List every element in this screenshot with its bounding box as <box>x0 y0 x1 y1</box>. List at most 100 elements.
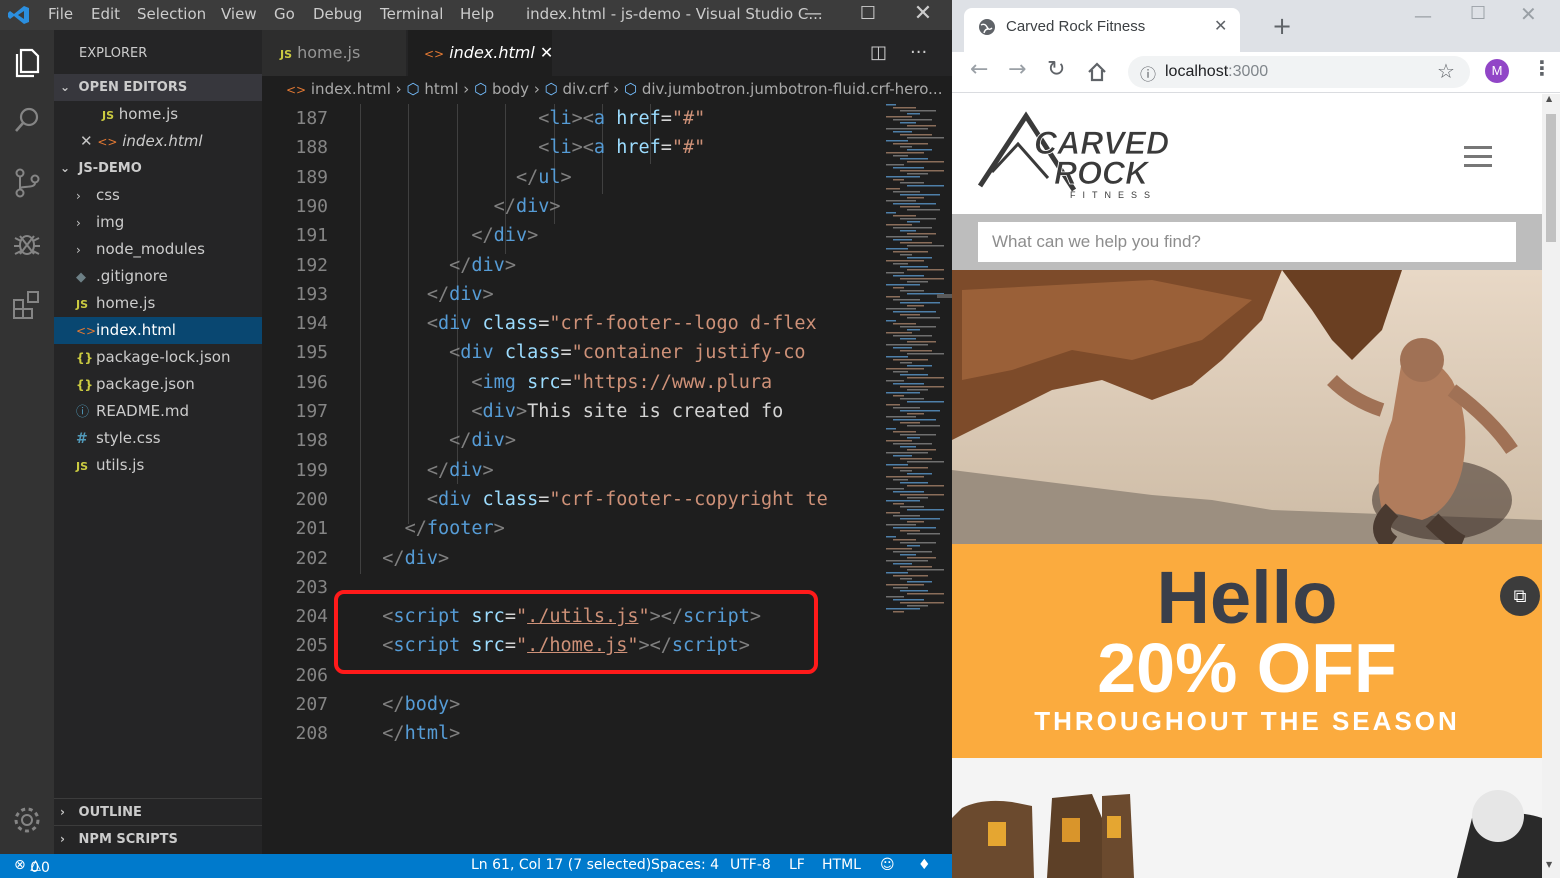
menu-item-help[interactable]: Help <box>460 5 494 23</box>
maximize-button[interactable]: ☐ <box>845 0 891 30</box>
file-tree-item[interactable]: <>index.html <box>54 317 262 344</box>
search-icon[interactable] <box>9 102 45 138</box>
scroll-down-icon[interactable]: ▼ <box>1546 860 1552 869</box>
outline-header[interactable]: › OUTLINE <box>54 798 262 826</box>
browser-tab[interactable]: Carved Rock Fitness ✕ <box>964 8 1240 52</box>
npm-scripts-header[interactable]: › NPM SCRIPTS <box>54 825 262 853</box>
file-tree-item[interactable]: ⓘ README.md <box>54 398 262 425</box>
forward-arrow-icon[interactable]: → <box>1008 57 1026 82</box>
page-scrollbar[interactable]: ▲ ▼ <box>1542 94 1560 878</box>
new-tab-icon[interactable]: + <box>1272 12 1292 40</box>
file-tree-item[interactable]: › css <box>54 182 262 209</box>
indentation[interactable]: Spaces: 4 <box>651 857 719 873</box>
code-line[interactable]: </html> <box>360 723 460 744</box>
settings-gear-icon[interactable] <box>9 802 45 838</box>
code-line[interactable]: </footer> <box>360 518 505 539</box>
menu-item-terminal[interactable]: Terminal <box>380 5 443 23</box>
file-tree-item[interactable]: › img <box>54 209 262 236</box>
extensions-icon[interactable] <box>9 286 45 322</box>
code-line[interactable]: </div> <box>360 460 494 481</box>
code-line[interactable]: </div> <box>360 284 494 305</box>
code-line[interactable]: <div class="container justify-co <box>360 342 805 363</box>
code-line[interactable]: </body> <box>360 694 460 715</box>
tab-home-js[interactable]: JS home.js <box>262 30 406 76</box>
code-line[interactable]: <li><a href="#" <box>360 108 705 129</box>
encoding[interactable]: UTF-8 <box>730 857 771 873</box>
file-tree-item[interactable]: {} package-lock.json <box>54 344 262 371</box>
minimize-button[interactable]: — <box>790 0 836 30</box>
problems-indicator[interactable]: ⊗ 0 △ 0 <box>14 857 50 876</box>
split-editor-icon[interactable]: ◫ <box>870 30 887 76</box>
minimap[interactable] <box>882 104 952 854</box>
breadcrumb-item[interactable]: body <box>492 80 529 98</box>
code-line[interactable]: <div class="crf-footer--copyright te <box>360 489 828 510</box>
open-editor-item[interactable]: JS home.js <box>54 101 262 128</box>
breadcrumb-item[interactable]: div.crf <box>563 80 609 98</box>
code-line[interactable]: </div> <box>360 225 538 246</box>
feedback-smiley-icon[interactable]: ☺ <box>880 857 895 873</box>
close-icon[interactable]: ✕ <box>80 132 93 150</box>
code-line[interactable]: </div> <box>360 430 516 451</box>
menu-item-debug[interactable]: Debug <box>313 5 362 23</box>
profile-avatar[interactable]: M <box>1485 59 1509 83</box>
maximize-button[interactable]: ☐ <box>1470 3 1486 24</box>
source-control-icon[interactable] <box>9 165 45 201</box>
code-line[interactable]: <img src="https://www.plura <box>360 372 772 393</box>
code-line[interactable]: <div>This site is created fo <box>360 401 783 422</box>
close-tab-icon[interactable]: ✕ <box>1214 16 1227 35</box>
code-line[interactable]: <li><a href="#" <box>360 137 705 158</box>
close-window-button[interactable]: ✕ <box>1520 2 1537 26</box>
address-bar[interactable]: ⓘ localhost:3000 <box>1128 56 1470 88</box>
more-actions-icon[interactable]: ··· <box>910 30 927 76</box>
code-line[interactable]: </div> <box>360 255 516 276</box>
carved-rock-logo[interactable]: CARVED ROCK FITNESS <box>978 108 1178 204</box>
file-tree-item[interactable]: JS utils.js <box>54 452 262 479</box>
site-search-input[interactable] <box>978 222 1516 262</box>
open-editor-item[interactable]: ✕ <> index.html <box>54 128 262 155</box>
debug-icon[interactable] <box>9 226 45 262</box>
project-header[interactable]: ⌄ JS-DEMO <box>54 155 262 182</box>
file-tree-item[interactable]: JS home.js <box>54 290 262 317</box>
tab-index-html[interactable]: <> index.html ✕ <box>408 30 553 76</box>
picture-in-picture-icon[interactable]: ⧉ <box>1500 576 1540 616</box>
language-mode[interactable]: HTML <box>822 857 861 873</box>
file-tree-item[interactable]: # style.css <box>54 425 262 452</box>
file-tree-item[interactable]: › node_modules <box>54 236 262 263</box>
minimap-line <box>886 500 920 502</box>
minimize-button[interactable]: — <box>1414 6 1432 27</box>
scrollbar-thumb[interactable] <box>1546 114 1556 242</box>
menu-item-view[interactable]: View <box>221 5 257 23</box>
breadcrumb-item[interactable]: index.html <box>311 80 391 98</box>
code-line[interactable]: </div> <box>360 196 561 217</box>
code-editor[interactable]: 187 <li><a href="#" 188 <li><a href="#" 18… <box>262 104 882 854</box>
code-line[interactable]: </div> <box>360 548 449 569</box>
notifications-bell-icon[interactable]: ♦ <box>918 857 931 873</box>
code-line[interactable]: </ul> <box>360 167 572 188</box>
info-icon[interactable]: ⓘ <box>1140 61 1156 85</box>
bookmark-star-icon[interactable]: ☆ <box>1437 59 1455 83</box>
chrome-menu-icon[interactable]: ⋮ <box>1532 56 1552 80</box>
explorer-icon[interactable] <box>9 44 45 80</box>
scroll-up-icon[interactable]: ▲ <box>1546 94 1552 103</box>
home-icon[interactable] <box>1086 61 1108 83</box>
hamburger-menu-icon[interactable] <box>1464 146 1492 167</box>
menu-item-go[interactable]: Go <box>274 5 295 23</box>
file-tree-item[interactable]: ◆ .gitignore <box>54 263 262 290</box>
menu-item-edit[interactable]: Edit <box>91 5 120 23</box>
menu-item-selection[interactable]: Selection <box>137 5 206 23</box>
menu-item-file[interactable]: File <box>48 5 73 23</box>
end-of-line[interactable]: LF <box>789 857 805 873</box>
close-window-button[interactable]: ✕ <box>900 0 946 30</box>
breadcrumb-item[interactable]: html <box>424 80 458 98</box>
folder-chevron-icon: › <box>76 243 81 257</box>
breadcrumb-item[interactable]: div.jumbotron.jumbotron-fluid.crf-hero..… <box>642 80 943 98</box>
browser-tab-strip: Carved Rock Fitness ✕ + — ☐ ✕ <box>952 0 1560 52</box>
code-line[interactable]: <div class="crf-footer--logo d-flex <box>360 313 817 334</box>
back-arrow-icon[interactable]: ← <box>970 57 988 82</box>
cursor-position[interactable]: Ln 61, Col 17 (7 selected) <box>471 857 651 873</box>
close-tab-icon[interactable]: ✕ <box>540 43 553 62</box>
minimap-line <box>893 479 908 481</box>
reload-icon[interactable]: ↻ <box>1047 57 1065 82</box>
open-editors-header[interactable]: ⌄ OPEN EDITORS <box>54 74 262 101</box>
file-tree-item[interactable]: {} package.json <box>54 371 262 398</box>
